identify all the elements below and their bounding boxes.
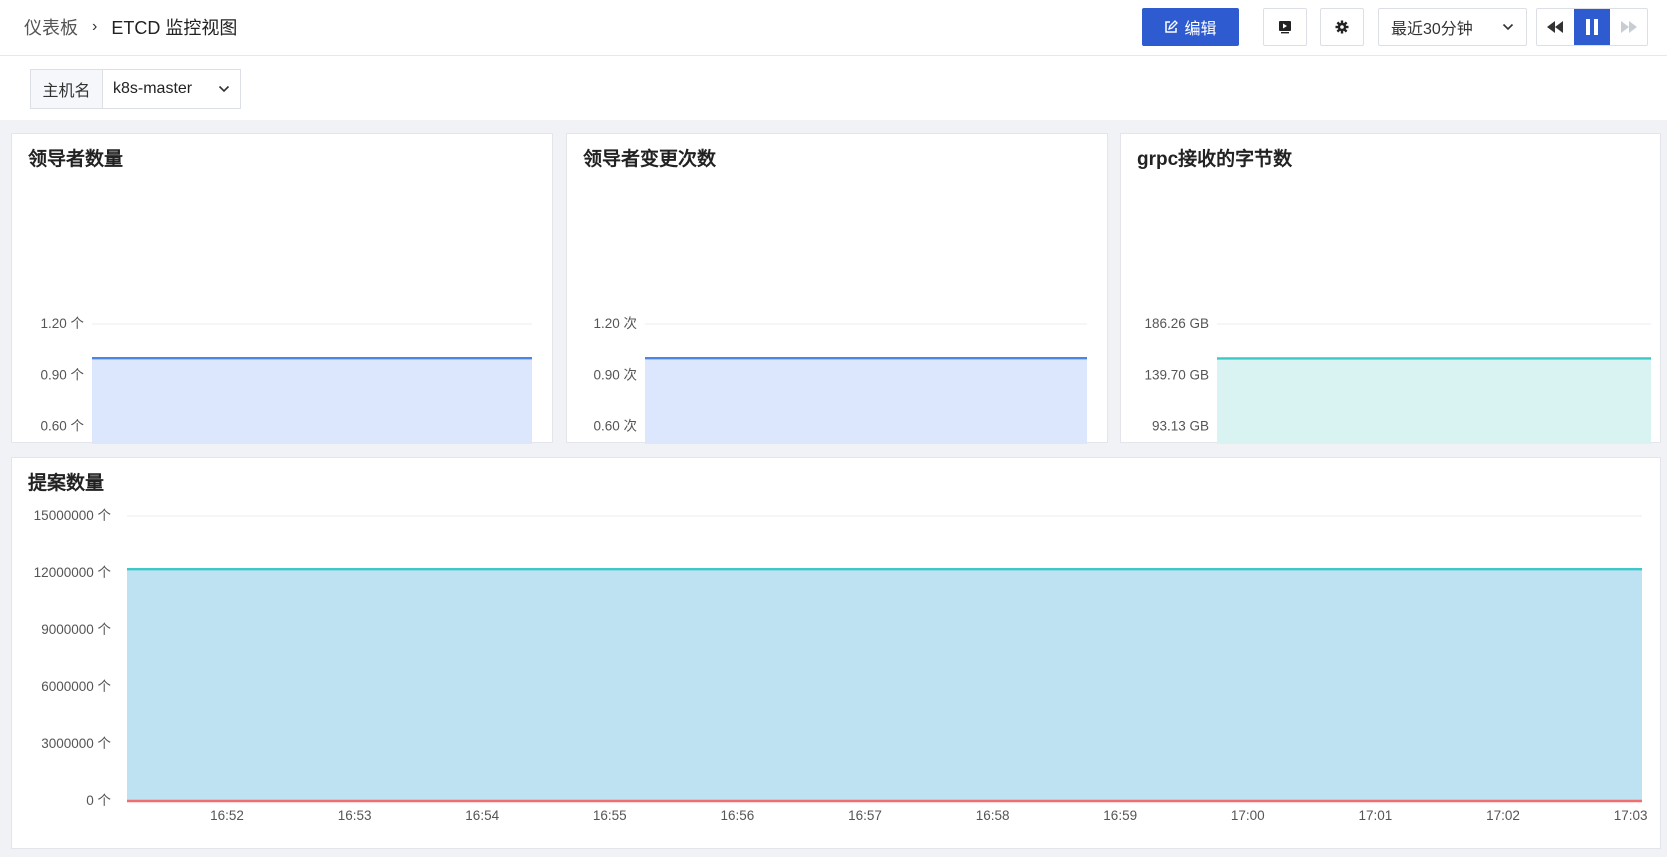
series-area (645, 358, 1087, 444)
y-tick-label: 186.26 GB (1144, 316, 1209, 331)
x-tick-label: 17:02 (1486, 808, 1520, 823)
panel-title: 领导者变更次数 (583, 149, 717, 170)
pause-button[interactable] (1573, 9, 1611, 45)
pause-icon (1586, 19, 1598, 35)
filter-bar (0, 56, 1667, 120)
series-area (1217, 358, 1651, 444)
y-tick-label: 6000000 个 (41, 679, 111, 694)
x-tick-label: 16:52 (210, 808, 244, 823)
y-tick-label: 1.20 次 (593, 316, 637, 331)
y-tick-label: 3000000 个 (41, 736, 111, 751)
host-filter[interactable]: 主机名 k8s-master (30, 69, 241, 109)
fast-forward-icon (1620, 21, 1637, 33)
x-tick-label: 17:03 (1614, 808, 1648, 823)
x-tick-label: 16:54 (465, 808, 499, 823)
host-select-value: k8s-master (113, 80, 193, 97)
edit-button-label: 编辑 (1184, 21, 1217, 38)
settings-button[interactable] (1320, 8, 1364, 46)
y-tick-label: 0.60 次 (593, 419, 637, 434)
x-tick-label: 16:59 (1103, 808, 1137, 823)
chevron-down-icon (218, 85, 230, 93)
page-title: ETCD 监控视图 (111, 18, 238, 38)
x-tick-label: 16:57 (848, 808, 882, 823)
panel-leader-changes: 0 次0.30 次0.60 次0.90 次1.20 次16:5216:5316:… (566, 133, 1108, 444)
y-tick-label: 0.60 个 (40, 419, 84, 434)
panel-grpc-received-bytes: 0.00 GB46.57 GB93.13 GB139.70 GB186.26 G… (1120, 133, 1661, 444)
series-area (127, 569, 1642, 801)
panel-title: 提案数量 (28, 473, 105, 494)
x-tick-label: 16:55 (593, 808, 627, 823)
time-range-value: 最近30分钟 (1391, 21, 1473, 38)
x-tick-label: 17:01 (1359, 808, 1393, 823)
y-tick-label: 1.20 个 (40, 316, 84, 331)
y-tick-label: 12000000 个 (34, 565, 112, 580)
breadcrumb: 仪表板 › ETCD 监控视图 (24, 14, 237, 40)
y-tick-label: 0.90 次 (593, 367, 637, 382)
x-tick-label: 17:00 (1231, 808, 1265, 823)
chevron-down-icon (1502, 23, 1514, 31)
host-select[interactable]: k8s-master (103, 70, 240, 108)
y-tick-label: 15000000 个 (34, 508, 112, 523)
leader-changes-chart: 0 次0.30 次0.60 次0.90 次1.20 次16:5216:5316:… (593, 316, 1087, 444)
panel-proposal-count: 0 个 3000000 个 6000000 个 9000000 个 12000000 个… (11, 457, 1661, 849)
breadcrumb-root[interactable]: 仪表板 (24, 14, 78, 40)
time-range-select[interactable]: 最近30分钟 (1378, 8, 1527, 46)
panel-title: grpc接收的字节数 (1137, 149, 1293, 170)
x-tick-label: 16:56 (721, 808, 755, 823)
playback-controls (1536, 8, 1648, 46)
series-area (92, 358, 532, 444)
y-tick-label: 0 个 (86, 793, 111, 808)
leader-count-chart: 0 个0.30 个0.60 个0.90 个1.20 个16:5216:5316:… (40, 316, 532, 444)
y-tick-label: 93.13 GB (1152, 419, 1209, 434)
x-tick-label: 16:58 (976, 808, 1010, 823)
panel-title: 领导者数量 (28, 149, 124, 170)
host-filter-label: 主机名 (31, 70, 103, 108)
rewind-icon (1547, 21, 1564, 33)
gear-icon (1335, 20, 1349, 34)
breadcrumb-separator-icon: › (92, 18, 98, 35)
panel-leader-count: 0 个0.30 个0.60 个0.90 个1.20 个16:5216:5316:… (11, 133, 553, 444)
fast-forward-button[interactable] (1610, 9, 1647, 45)
proposal-count-chart: 0 个 3000000 个 6000000 个 9000000 个 12000000 个… (34, 508, 1648, 823)
y-tick-label: 9000000 个 (41, 622, 111, 637)
play-icon (1279, 21, 1291, 34)
y-tick-label: 0.90 个 (40, 367, 84, 382)
rewind-button[interactable] (1537, 9, 1574, 45)
x-tick-label: 16:53 (338, 808, 372, 823)
y-tick-label: 139.70 GB (1144, 367, 1209, 382)
play-button[interactable] (1263, 8, 1307, 46)
grpc-received-bytes-chart: 0.00 GB46.57 GB93.13 GB139.70 GB186.26 G… (1144, 316, 1651, 444)
top-bar: 仪表板 › ETCD 监控视图 编辑 最近30分钟 (0, 0, 1667, 56)
edit-icon (1165, 20, 1179, 33)
edit-button[interactable]: 编辑 (1142, 8, 1239, 46)
